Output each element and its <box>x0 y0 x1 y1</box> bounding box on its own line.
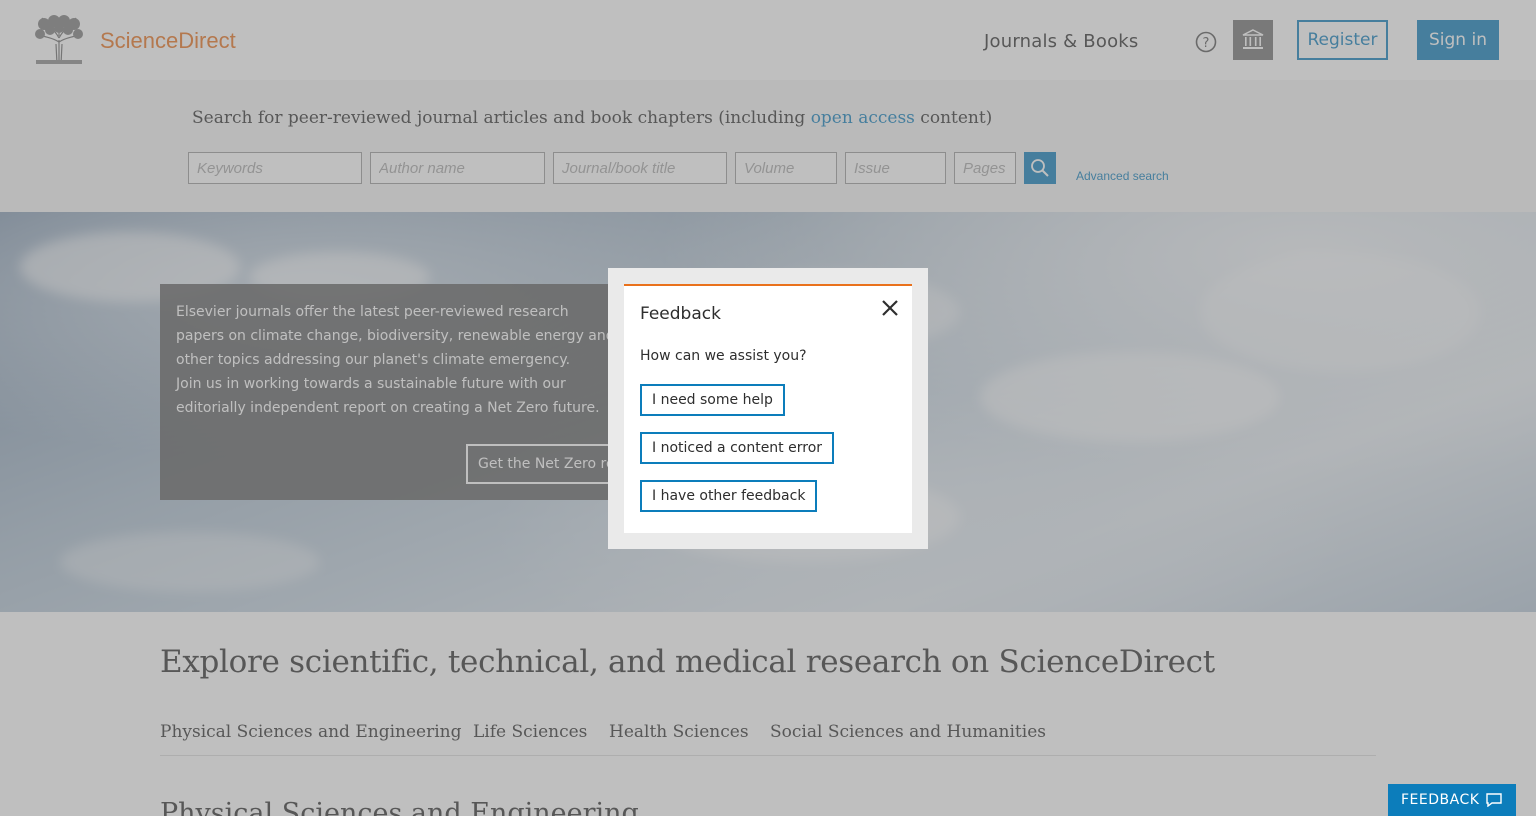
dialog-question: How can we assist you? <box>640 348 807 364</box>
close-icon[interactable] <box>880 298 900 318</box>
need-help-button[interactable]: I need some help <box>640 384 785 416</box>
content-error-button[interactable]: I noticed a content error <box>640 432 835 464</box>
feedback-tab-label: FEEDBACK <box>1401 792 1480 808</box>
other-feedback-button[interactable]: I have other feedback <box>640 480 818 512</box>
feedback-tab[interactable]: FEEDBACK <box>1388 784 1516 816</box>
speech-bubble-icon <box>1486 793 1502 807</box>
feedback-dialog: Feedback How can we assist you? I need s… <box>608 268 928 549</box>
dialog-title: Feedback <box>640 304 721 324</box>
feedback-dialog-body: Feedback How can we assist you? I need s… <box>624 284 912 533</box>
